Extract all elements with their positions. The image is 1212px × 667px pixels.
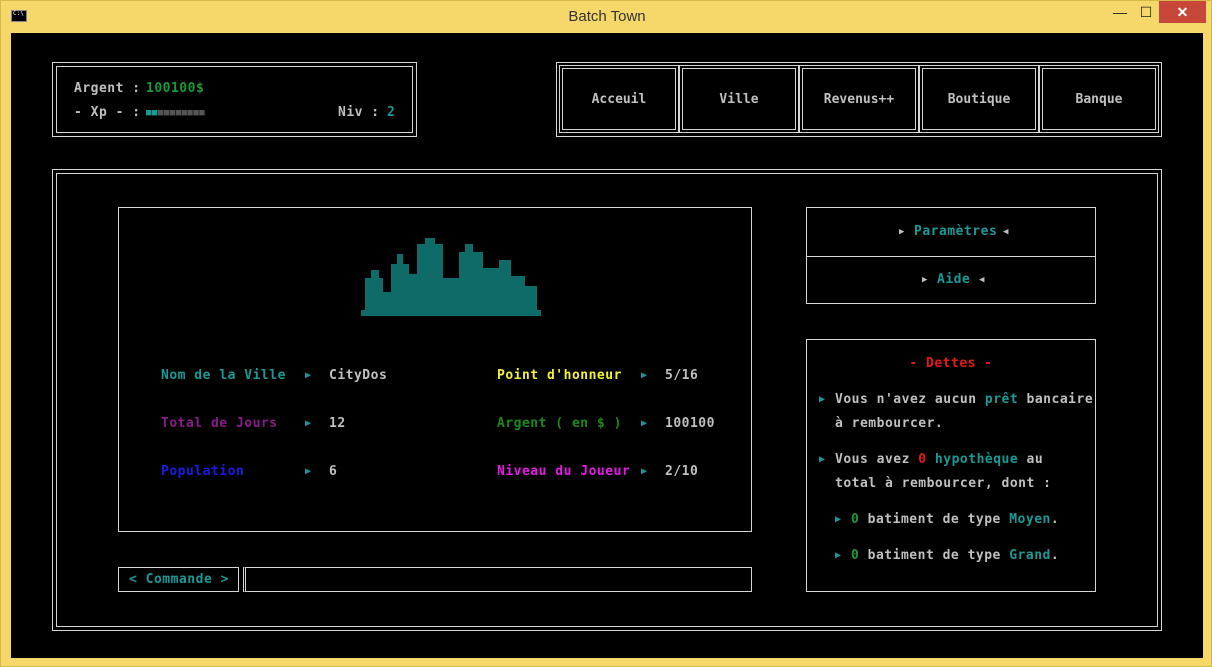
right-triangle-icon: ▶ bbox=[835, 514, 842, 525]
argent-value: 100100$ bbox=[146, 81, 205, 96]
nav-banque-button[interactable]: Banque bbox=[1039, 65, 1159, 133]
population-label: Population bbox=[161, 464, 245, 479]
debts-mortgage-line2: total à rembourcer, dont : bbox=[835, 476, 1052, 491]
player-level-label: Niveau du Joueur bbox=[497, 464, 631, 479]
nav-acceuil-button[interactable]: Acceuil bbox=[559, 65, 679, 133]
debts-panel: - Dettes - ▶ Vous n'avez aucun prêt banc… bbox=[806, 339, 1096, 592]
debts-mortgage-line: Vous avez 0 hypothèque au bbox=[835, 452, 1044, 467]
aide-label: Aide bbox=[937, 272, 971, 287]
right-triangle-icon: ▶ bbox=[641, 466, 648, 477]
xp-label: - Xp - : bbox=[74, 105, 141, 120]
total-days-label: Total de Jours bbox=[161, 416, 278, 431]
money-value: 100100 bbox=[665, 416, 715, 431]
right-triangle-icon: ▶ bbox=[819, 454, 826, 465]
maximize-button[interactable]: ☐ bbox=[1133, 1, 1159, 23]
command-label-box: < Commande > bbox=[118, 567, 239, 592]
argent-label: Argent : bbox=[74, 81, 141, 96]
debts-title: - Dettes - bbox=[909, 356, 993, 371]
right-triangle-icon: ▶ bbox=[305, 370, 312, 381]
right-triangle-icon: ▶ bbox=[835, 550, 842, 561]
status-panel: Argent : 100100$ - Xp - : ■■■■■■■■■■ Niv… bbox=[52, 62, 417, 137]
nav-acceuil-label: Acceuil bbox=[591, 92, 647, 107]
close-button[interactable]: ✕ bbox=[1159, 1, 1206, 23]
debts-medium-line: 0 batiment de type Moyen. bbox=[851, 512, 1060, 527]
city-name-label: Nom de la Ville bbox=[161, 368, 286, 383]
money-label: Argent ( en $ ) bbox=[497, 416, 622, 431]
city-skyline-icon bbox=[361, 238, 541, 316]
right-triangle-icon: ▶ bbox=[641, 418, 648, 429]
city-name-value: CityDos bbox=[329, 368, 388, 383]
aide-button[interactable]: ▶ Aide ◀ bbox=[807, 256, 1095, 303]
niv-label: Niv : bbox=[338, 105, 380, 120]
console-area: Argent : 100100$ - Xp - : ■■■■■■■■■■ Niv… bbox=[11, 33, 1203, 658]
nav-ville-button[interactable]: Ville bbox=[679, 65, 799, 133]
debts-loan-line2: à rembourcer. bbox=[835, 416, 944, 431]
command-input[interactable] bbox=[243, 567, 752, 592]
honor-points-value: 5/16 bbox=[665, 368, 699, 383]
city-info-panel: Nom de la Ville ▶ CityDos Total de Jours… bbox=[118, 207, 752, 532]
xp-bar: ■■■■■■■■■■ bbox=[146, 108, 206, 118]
player-level-value: 2/10 bbox=[665, 464, 699, 479]
left-triangle-icon: ◀ bbox=[979, 275, 985, 285]
window-title: Batch Town bbox=[568, 8, 646, 25]
right-triangle-icon: ▶ bbox=[899, 227, 905, 237]
command-label: < Commande > bbox=[129, 572, 229, 587]
nav-banque-label: Banque bbox=[1075, 92, 1123, 107]
right-triangle-icon: ▶ bbox=[819, 394, 826, 405]
total-days-value: 12 bbox=[329, 416, 346, 431]
honor-points-label: Point d'honneur bbox=[497, 368, 622, 383]
parametres-label: Paramètres bbox=[914, 224, 998, 239]
nav-revenus-label: Revenus++ bbox=[823, 92, 895, 107]
right-triangle-icon: ▶ bbox=[305, 418, 312, 429]
nav-revenus-button[interactable]: Revenus++ bbox=[799, 65, 919, 133]
population-value: 6 bbox=[329, 464, 338, 479]
options-menu: ▶ Paramètres ◀ ▶ Aide ◀ bbox=[806, 207, 1096, 304]
debts-large-line: 0 batiment de type Grand. bbox=[851, 548, 1060, 563]
debts-loan-line: Vous n'avez aucun prêt bancaire bbox=[835, 392, 1094, 407]
left-triangle-icon: ◀ bbox=[1003, 227, 1009, 237]
console-window: Batch Town — ☐ ✕ Argent : 100100$ - Xp -… bbox=[0, 0, 1212, 667]
nav-boutique-button[interactable]: Boutique bbox=[919, 65, 1039, 133]
nav-boutique-label: Boutique bbox=[947, 92, 1011, 107]
title-bar[interactable]: Batch Town — ☐ ✕ bbox=[1, 1, 1212, 33]
right-triangle-icon: ▶ bbox=[305, 466, 312, 477]
right-triangle-icon: ▶ bbox=[922, 275, 928, 285]
minimize-button[interactable]: — bbox=[1107, 1, 1133, 23]
parametres-button[interactable]: ▶ Paramètres ◀ bbox=[807, 208, 1095, 257]
nav-ville-label: Ville bbox=[719, 92, 759, 107]
niv-value: 2 bbox=[387, 105, 396, 120]
right-triangle-icon: ▶ bbox=[641, 370, 648, 381]
